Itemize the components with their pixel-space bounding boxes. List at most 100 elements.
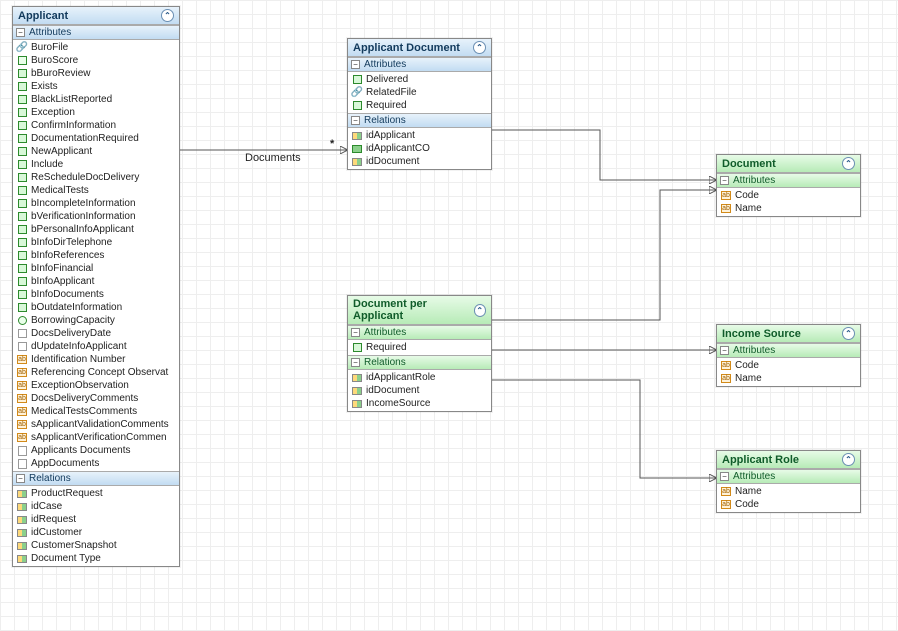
attr-row[interactable]: Include bbox=[13, 158, 179, 171]
toggle-icon[interactable]: − bbox=[351, 328, 360, 337]
collapse-icon[interactable]: ⌃ bbox=[161, 9, 174, 22]
relation-icon bbox=[17, 490, 27, 498]
toggle-icon[interactable]: − bbox=[351, 60, 360, 69]
attr-row[interactable]: bVerificationInformation bbox=[13, 210, 179, 223]
section-relations-head[interactable]: − Relations bbox=[348, 355, 491, 370]
attr-row[interactable]: abName bbox=[717, 372, 860, 385]
text-icon: ab bbox=[721, 500, 731, 509]
toggle-icon[interactable]: − bbox=[720, 176, 729, 185]
attr-row[interactable]: bInfoDirTelephone bbox=[13, 236, 179, 249]
section-attributes-head[interactable]: − Attributes bbox=[717, 469, 860, 484]
date-icon bbox=[18, 342, 27, 351]
entity-titlebar[interactable]: Document ⌃ bbox=[717, 155, 860, 173]
rel-row[interactable]: ProductRequest bbox=[13, 487, 179, 500]
section-attributes-head[interactable]: − Attributes bbox=[13, 25, 179, 40]
attr-row[interactable]: BlackListReported bbox=[13, 93, 179, 106]
attr-row[interactable]: ConfirmInformation bbox=[13, 119, 179, 132]
attr-row[interactable]: abIdentification Number bbox=[13, 353, 179, 366]
rel-row[interactable]: idCustomer bbox=[13, 526, 179, 539]
attr-row[interactable]: AppDocuments bbox=[13, 457, 179, 470]
entity-applicant[interactable]: Applicant ⌃ − Attributes 🔗BuroFile BuroS… bbox=[12, 6, 180, 567]
toggle-icon[interactable]: − bbox=[16, 474, 25, 483]
rel-row[interactable]: idApplicantRole bbox=[348, 371, 491, 384]
section-relations-head[interactable]: − Relations bbox=[13, 471, 179, 486]
section-relations-head[interactable]: − Relations bbox=[348, 113, 491, 128]
attr-row[interactable]: Required bbox=[348, 341, 491, 354]
section-attributes-head[interactable]: − Attributes bbox=[717, 173, 860, 188]
attr-row[interactable]: 🔗BuroFile bbox=[13, 41, 179, 54]
attr-row[interactable]: abDocsDeliveryComments bbox=[13, 392, 179, 405]
entity-applicant-role[interactable]: Applicant Role ⌃ − Attributes abName abC… bbox=[716, 450, 861, 513]
attr-row[interactable]: abReferencing Concept Observat bbox=[13, 366, 179, 379]
attr-row[interactable]: Exception bbox=[13, 106, 179, 119]
collapse-icon[interactable]: ⌃ bbox=[842, 157, 855, 170]
rel-row[interactable]: Document Type bbox=[13, 552, 179, 565]
attr-row[interactable]: dUpdateInfoApplicant bbox=[13, 340, 179, 353]
attr-row[interactable]: BorrowingCapacity bbox=[13, 314, 179, 327]
toggle-icon[interactable]: − bbox=[720, 346, 729, 355]
attr-row[interactable]: Delivered bbox=[348, 73, 491, 86]
entity-document-per-applicant[interactable]: Document per Applicant ⌃ − Attributes Re… bbox=[347, 295, 492, 412]
rel-row[interactable]: idCase bbox=[13, 500, 179, 513]
attr-row[interactable]: ReScheduleDocDelivery bbox=[13, 171, 179, 184]
attr-row[interactable]: BuroScore bbox=[13, 54, 179, 67]
attr-row[interactable]: bBuroReview bbox=[13, 67, 179, 80]
entity-title: Applicant Document bbox=[353, 42, 460, 54]
collapse-icon[interactable]: ⌃ bbox=[842, 327, 855, 340]
attr-row[interactable]: abName bbox=[717, 485, 860, 498]
attr-row[interactable]: abCode bbox=[717, 189, 860, 202]
text-icon: ab bbox=[721, 204, 731, 213]
entity-applicant-document[interactable]: Applicant Document ⌃ − Attributes Delive… bbox=[347, 38, 492, 170]
toggle-icon[interactable]: − bbox=[720, 472, 729, 481]
section-attributes-head[interactable]: − Attributes bbox=[717, 343, 860, 358]
collapse-icon[interactable]: ⌃ bbox=[842, 453, 855, 466]
attr-row[interactable]: Exists bbox=[13, 80, 179, 93]
attr-row[interactable]: abCode bbox=[717, 359, 860, 372]
collapse-icon[interactable]: ⌃ bbox=[473, 41, 486, 54]
section-attributes-head[interactable]: − Attributes bbox=[348, 325, 491, 340]
attr-row[interactable]: abMedicalTestsComments bbox=[13, 405, 179, 418]
relation-icon bbox=[17, 516, 27, 524]
collapse-icon[interactable]: ⌃ bbox=[474, 304, 486, 317]
rel-row[interactable]: idApplicant bbox=[348, 129, 491, 142]
rel-row[interactable]: IncomeSource bbox=[348, 397, 491, 410]
bool-icon bbox=[18, 212, 27, 221]
attr-row[interactable]: bInfoReferences bbox=[13, 249, 179, 262]
rel-row[interactable]: idDocument bbox=[348, 155, 491, 168]
rel-row[interactable]: idRequest bbox=[13, 513, 179, 526]
entity-titlebar[interactable]: Income Source ⌃ bbox=[717, 325, 860, 343]
entity-document[interactable]: Document ⌃ − Attributes abCode abName bbox=[716, 154, 861, 217]
rel-row[interactable]: CustomerSnapshot bbox=[13, 539, 179, 552]
toggle-icon[interactable]: − bbox=[351, 358, 360, 367]
attr-row[interactable]: Applicants Documents bbox=[13, 444, 179, 457]
entity-titlebar[interactable]: Applicant Document ⌃ bbox=[348, 39, 491, 57]
rel-row[interactable]: idDocument bbox=[348, 384, 491, 397]
attr-row[interactable]: absApplicantVerificationCommen bbox=[13, 431, 179, 444]
attr-row[interactable]: bInfoApplicant bbox=[13, 275, 179, 288]
attr-row[interactable]: bOutdateInformation bbox=[13, 301, 179, 314]
entity-titlebar[interactable]: Applicant Role ⌃ bbox=[717, 451, 860, 469]
attr-row[interactable]: 🔗RelatedFile bbox=[348, 86, 491, 99]
attr-row[interactable]: bIncompleteInformation bbox=[13, 197, 179, 210]
relation-icon bbox=[352, 374, 362, 382]
attr-row[interactable]: bInfoFinancial bbox=[13, 262, 179, 275]
attr-row[interactable]: NewApplicant bbox=[13, 145, 179, 158]
attr-row[interactable]: absApplicantValidationComments bbox=[13, 418, 179, 431]
attr-row[interactable]: abCode bbox=[717, 498, 860, 511]
attr-row[interactable]: bInfoDocuments bbox=[13, 288, 179, 301]
entity-income-source[interactable]: Income Source ⌃ − Attributes abCode abNa… bbox=[716, 324, 861, 387]
toggle-icon[interactable]: − bbox=[351, 116, 360, 125]
attr-row[interactable]: abName bbox=[717, 202, 860, 215]
attr-row[interactable]: bPersonalInfoApplicant bbox=[13, 223, 179, 236]
attr-row[interactable]: abExceptionObservation bbox=[13, 379, 179, 392]
attr-row[interactable]: DocumentationRequired bbox=[13, 132, 179, 145]
bool-icon bbox=[18, 134, 27, 143]
entity-applicant-titlebar[interactable]: Applicant ⌃ bbox=[13, 7, 179, 25]
entity-titlebar[interactable]: Document per Applicant ⌃ bbox=[348, 296, 491, 325]
rel-row[interactable]: idApplicantCO bbox=[348, 142, 491, 155]
attr-row[interactable]: DocsDeliveryDate bbox=[13, 327, 179, 340]
section-attributes-head[interactable]: − Attributes bbox=[348, 57, 491, 72]
attr-row[interactable]: Required bbox=[348, 99, 491, 112]
attr-row[interactable]: MedicalTests bbox=[13, 184, 179, 197]
toggle-icon[interactable]: − bbox=[16, 28, 25, 37]
